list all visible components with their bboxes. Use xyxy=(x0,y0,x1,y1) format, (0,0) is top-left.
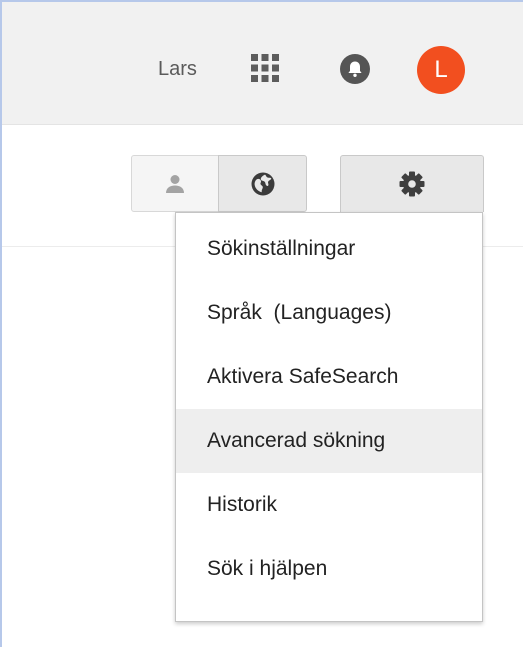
menu-item-search-help[interactable]: Sök i hjälpen xyxy=(176,537,482,601)
globe-icon xyxy=(251,172,274,195)
person-icon xyxy=(166,174,184,193)
menu-item-languages[interactable]: Språk (Languages) xyxy=(176,281,482,345)
personal-results-button[interactable] xyxy=(131,155,219,212)
gear-icon xyxy=(399,171,425,197)
settings-button[interactable] xyxy=(340,155,484,212)
notifications-bell-icon[interactable] xyxy=(339,53,371,85)
menu-item-safesearch[interactable]: Aktivera SafeSearch xyxy=(176,345,482,409)
account-avatar[interactable]: L xyxy=(417,46,465,94)
apps-grid-icon[interactable] xyxy=(250,53,280,83)
global-results-button[interactable] xyxy=(218,155,307,212)
menu-item-advanced-search[interactable]: Avancerad sökning xyxy=(176,409,482,473)
settings-dropdown-menu: Sökinställningar Språk (Languages) Aktiv… xyxy=(175,212,483,622)
user-name-link[interactable]: Lars xyxy=(158,57,197,81)
results-toggle xyxy=(131,155,307,212)
menu-item-history[interactable]: Historik xyxy=(176,473,482,537)
menu-item-search-settings[interactable]: Sökinställningar xyxy=(176,217,482,281)
